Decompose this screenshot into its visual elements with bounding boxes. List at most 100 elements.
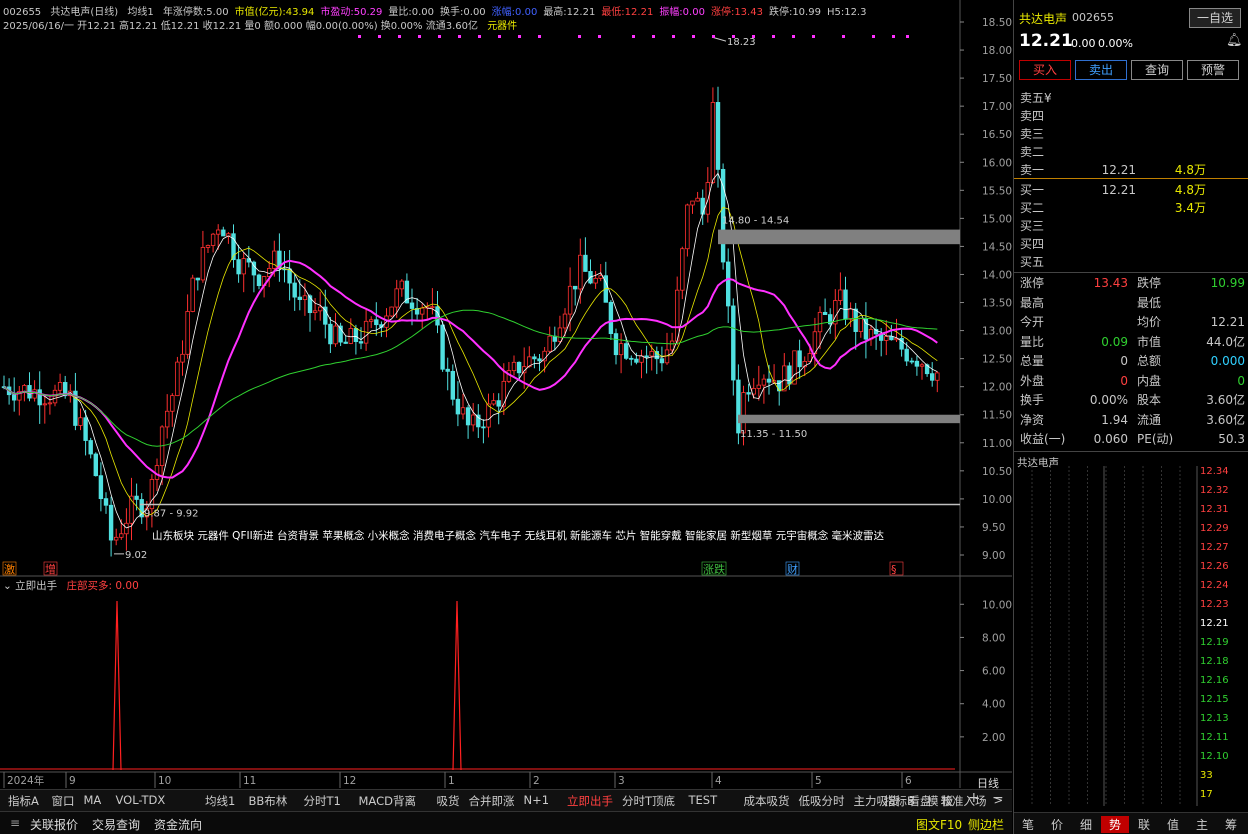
indicator-collapse-icon[interactable]: ⌄ <box>3 580 12 592</box>
candle-body <box>190 277 195 312</box>
remove-tab-icon[interactable]: − <box>992 790 1004 806</box>
candle-body <box>394 288 399 308</box>
indicator-tab[interactable]: 模 <box>927 793 939 809</box>
indicator-tab[interactable]: 合并即涨 <box>469 793 515 809</box>
x-month-label: 4 <box>715 775 722 787</box>
y-tick-label: 11.50 <box>982 410 1012 422</box>
chart-canvas: 18.5018.0017.5017.0016.5016.0015.5015.00… <box>0 0 1012 788</box>
stat-label: 涨停 <box>1020 276 1045 290</box>
signal-dot <box>692 35 695 38</box>
indicator-tab[interactable]: 立即出手 <box>567 793 613 809</box>
candle-body <box>726 261 731 307</box>
y-tick-label: 18.00 <box>982 45 1012 57</box>
indicator-tab[interactable]: 指标A <box>8 793 39 809</box>
signal-dot <box>578 35 581 38</box>
indicator-tab[interactable]: 指标B <box>884 793 915 809</box>
indicator-tab[interactable]: 窗口 <box>52 793 75 809</box>
candle-body <box>317 306 323 312</box>
stat-label: 流通 <box>1137 412 1162 427</box>
indicator-tab[interactable]: 成本吸货 <box>744 793 790 809</box>
candle-body <box>42 403 47 406</box>
signal-dot <box>732 35 735 38</box>
indicator-tab[interactable]: TEST <box>689 793 718 807</box>
candle-body <box>547 335 552 352</box>
candle-body <box>838 289 843 301</box>
candle-body <box>114 536 119 541</box>
indicator-tab[interactable]: 吸货 <box>437 793 460 809</box>
stat-label: 外盘 <box>1020 373 1045 388</box>
candle-body <box>700 197 705 215</box>
rp-tab[interactable]: 价 <box>1043 816 1071 833</box>
candle-body <box>175 361 180 397</box>
indicator-tab[interactable]: 均线1 <box>205 793 235 809</box>
indicator-title[interactable]: ⌄ 立即出手 庄部买多: 0.00 <box>3 578 139 593</box>
mini-tick-label: 12.26 <box>1200 561 1229 572</box>
candle-body <box>690 200 695 206</box>
watchlist-button[interactable]: 一自选 <box>1189 8 1241 28</box>
status-related-quotes[interactable]: 关联报价 <box>30 816 78 833</box>
candle-body <box>180 353 185 363</box>
status-fund-flow[interactable]: 资金流向 <box>154 816 202 833</box>
stat-value: 0.000 <box>1210 354 1245 368</box>
concept-list: 山东板块 元器件 QFII新进 台资背景 苹果概念 小米概念 消费电子概念 汽车… <box>152 530 885 542</box>
rp-tab[interactable]: 联 <box>1130 816 1158 833</box>
signal-dot <box>632 35 635 38</box>
indicator-tab[interactable]: VOL-TDX <box>116 793 166 807</box>
bell-icon[interactable]: 🔔︎ <box>1226 33 1243 48</box>
candle-body <box>108 504 114 541</box>
y-tick-label: 12.00 <box>982 382 1012 394</box>
buy-button[interactable]: 买入 <box>1019 60 1071 80</box>
indicator-tab[interactable]: MA <box>84 793 102 807</box>
y-tick-label: 14.50 <box>982 241 1012 253</box>
indicator-tab[interactable]: 分时T顶底 <box>622 793 675 809</box>
rp-tab[interactable]: 细 <box>1072 816 1100 833</box>
candle-body <box>460 407 466 415</box>
indicator-tab[interactable]: MACD背离 <box>359 793 416 809</box>
ask-volume: 4.8万 <box>1174 163 1206 177</box>
add-tab-icon[interactable]: + <box>968 790 980 806</box>
rp-tab[interactable]: 筹 <box>1217 816 1245 833</box>
status-f10[interactable]: 图文F10 <box>916 816 962 833</box>
candle-body <box>465 407 471 426</box>
rp-tab[interactable]: 值 <box>1159 816 1187 833</box>
mini-tick-label: 12.31 <box>1200 504 1229 515</box>
signal-dot <box>772 35 775 38</box>
alert-button[interactable]: 预警 <box>1187 60 1239 80</box>
bid-row: 买三 <box>1020 217 1246 235</box>
sell-button[interactable]: 卖出 <box>1075 60 1127 80</box>
rp-tab[interactable]: 笔 <box>1014 816 1042 833</box>
rp-tab[interactable]: 主 <box>1188 816 1216 833</box>
indicator-tab[interactable]: BB布林 <box>249 793 288 809</box>
candle-body <box>419 307 425 315</box>
kline-chart-area[interactable]: 002655 共达电声(日线) 均线1 年涨停数:5.00 市值(亿元):43.9… <box>0 0 1012 790</box>
signal-dot <box>892 35 895 38</box>
stat-value: 0 <box>1120 354 1128 368</box>
status-menu-icon[interactable]: ≡ <box>10 816 20 830</box>
candle-body <box>353 328 359 343</box>
rp-tab[interactable]: 势 <box>1101 816 1129 833</box>
query-button[interactable]: 查询 <box>1131 60 1183 80</box>
mini-tick-label: 12.16 <box>1200 675 1229 686</box>
candle-body <box>822 311 828 315</box>
status-sidebar[interactable]: 侧边栏 <box>968 816 1004 833</box>
indicator-tab[interactable]: 分时T1 <box>304 793 341 809</box>
stat-label: 均价 <box>1137 315 1162 329</box>
candle-body <box>608 301 614 335</box>
indicator-tab[interactable]: 低吸分时 <box>799 793 845 809</box>
stat-cell: 流通 3.60亿 <box>1137 411 1248 430</box>
mini-tick-label: 12.18 <box>1200 656 1229 667</box>
ask-row: 卖二 <box>1020 143 1246 161</box>
stat-label: 换手 <box>1020 393 1045 407</box>
stat-label: 今开 <box>1020 315 1045 329</box>
stat-value: 1.94 <box>1101 412 1128 427</box>
indicator-tab[interactable]: 板 <box>942 793 954 809</box>
candle-body <box>445 368 450 372</box>
stat-cell: 外盘 0 <box>1020 372 1132 391</box>
bid-row: 买五 <box>1020 253 1246 271</box>
indicator-tab[interactable]: N+1 <box>524 793 550 807</box>
zone-resistance <box>718 229 960 245</box>
candle-body <box>256 274 262 287</box>
status-trade-query[interactable]: 交易查询 <box>92 816 140 833</box>
period-button[interactable]: 日线 <box>966 775 1010 790</box>
candle-body <box>37 389 42 406</box>
